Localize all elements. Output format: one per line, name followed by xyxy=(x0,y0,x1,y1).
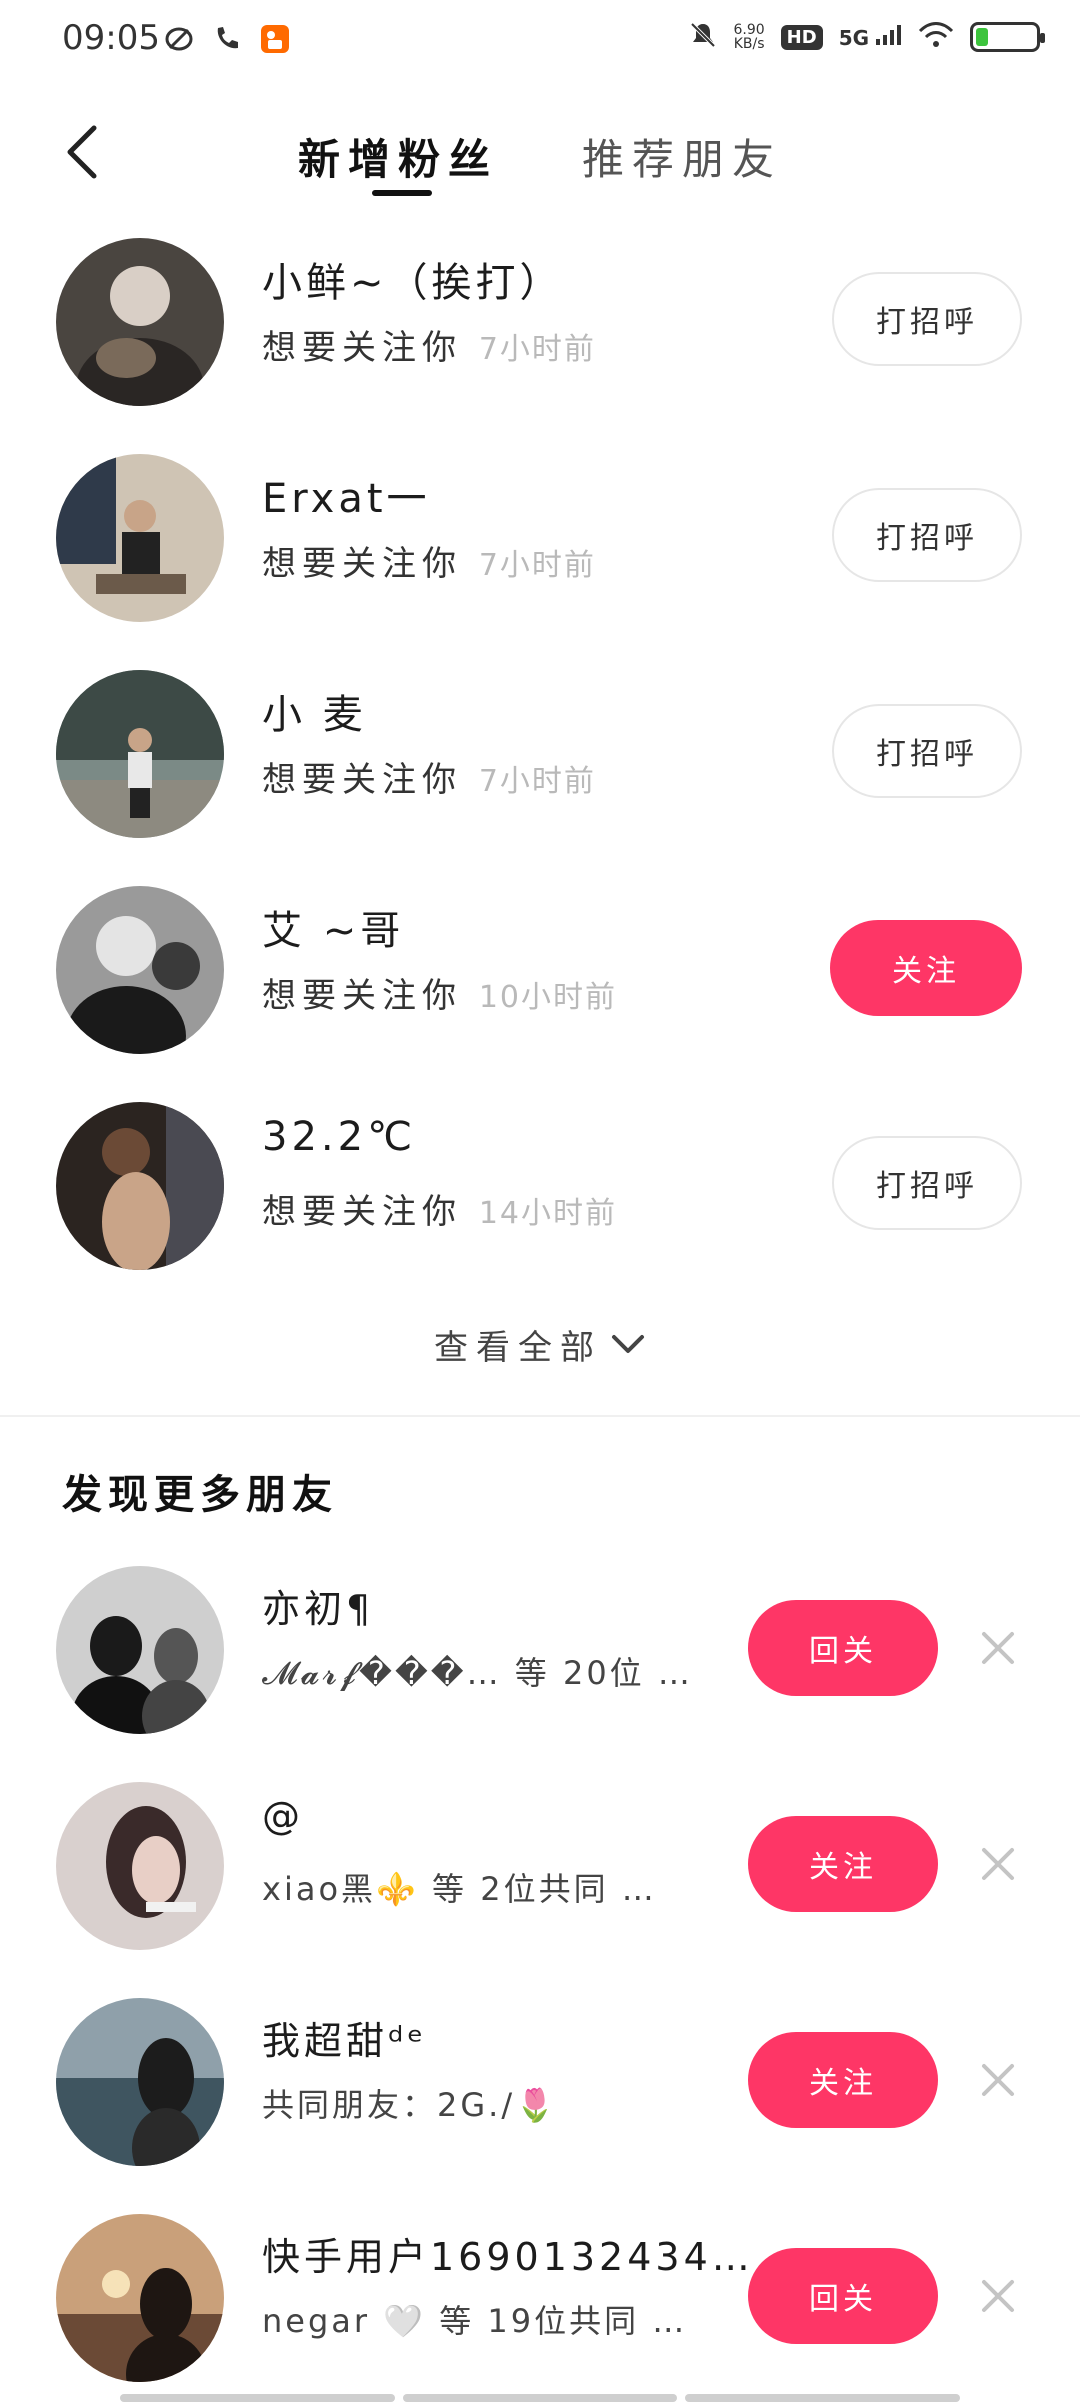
discover-name: 亦初¶ xyxy=(262,1587,375,1631)
close-icon[interactable] xyxy=(976,1842,1020,1886)
bottom-scroll-indicators xyxy=(120,2394,961,2402)
view-all-label: 查看全部 xyxy=(434,1328,602,1368)
status-left-icons xyxy=(162,22,292,56)
follow-back-button[interactable]: 回关 xyxy=(748,2248,938,2344)
discover-row[interactable]: 快手用户1690132434… negar 🤍 等 19位共同 … 回关 xyxy=(0,2196,1080,2396)
chevron-down-icon xyxy=(612,1334,644,1353)
signal-icon xyxy=(876,24,901,45)
discover-row[interactable]: 亦初¶ 𝓜𝓪𝓻𝓯���… 等 20位 … 回关 xyxy=(0,1548,1080,1748)
avatar[interactable] xyxy=(56,2214,224,2382)
follow-button[interactable]: 关注 xyxy=(830,920,1022,1016)
view-all-button[interactable]: 查看全部 xyxy=(0,1320,1080,1369)
call-missed-icon xyxy=(210,22,244,56)
follower-status: 想要关注你 14小时前 xyxy=(262,1192,617,1232)
greet-button[interactable]: 打招呼 xyxy=(832,704,1022,798)
follower-name: 艾 ~哥 xyxy=(262,908,405,954)
follower-status: 想要关注你 10小时前 xyxy=(262,976,617,1016)
greet-button[interactable]: 打招呼 xyxy=(832,1136,1022,1230)
active-tab-indicator xyxy=(372,190,432,196)
status-bar: 09:05 6.90 KB/s HD 5G xyxy=(0,0,1080,84)
close-icon[interactable] xyxy=(976,2058,1020,2102)
battery-icon xyxy=(970,22,1045,52)
follower-status: 想要关注你 7小时前 xyxy=(262,328,596,368)
avatar[interactable] xyxy=(56,454,224,622)
wifi-icon xyxy=(918,21,954,53)
close-icon[interactable] xyxy=(976,1626,1020,1670)
discover-mutual: negar 🤍 等 19位共同 … xyxy=(262,2302,688,2340)
network-type: 5G xyxy=(839,24,902,50)
follower-row[interactable]: 小鲜~（挨打） 想要关注你 7小时前 打招呼 xyxy=(0,220,1080,420)
back-button[interactable] xyxy=(52,122,112,182)
discover-name: @ xyxy=(262,1794,304,1838)
discover-mutual: 共同朋友：2G./🌷 xyxy=(262,2086,558,2124)
discover-title: 发现更多朋友 xyxy=(62,1472,338,1518)
follower-row[interactable]: 小 麦 想要关注你 7小时前 打招呼 xyxy=(0,652,1080,852)
follower-row[interactable]: 32.2℃ 想要关注你 14小时前 打招呼 xyxy=(0,1084,1080,1284)
discover-row[interactable]: 我超甜ᵈᵉ 共同朋友：2G./🌷 关注 xyxy=(0,1980,1080,2180)
follower-row[interactable]: Erxat一 想要关注你 7小时前 打招呼 xyxy=(0,436,1080,636)
leaf-icon xyxy=(162,22,196,56)
discover-row[interactable]: @ xiao黑⚜️ 等 2位共同 … 关注 xyxy=(0,1764,1080,1964)
avatar[interactable] xyxy=(56,670,224,838)
greet-button[interactable]: 打招呼 xyxy=(832,488,1022,582)
close-icon[interactable] xyxy=(976,2274,1020,2318)
kuaishou-app-icon xyxy=(258,22,292,56)
avatar[interactable] xyxy=(56,1102,224,1270)
avatar[interactable] xyxy=(56,1998,224,2166)
mute-icon xyxy=(688,20,718,54)
follow-back-button[interactable]: 回关 xyxy=(748,1600,938,1696)
top-header: 新增粉丝 推荐朋友 xyxy=(0,110,1080,200)
status-time: 09:05 xyxy=(62,18,160,58)
status-right-icons: 6.90 KB/s HD 5G xyxy=(688,20,1045,54)
tab-new-fans[interactable]: 新增粉丝 xyxy=(298,126,498,187)
follower-row[interactable]: 艾 ~哥 想要关注你 10小时前 关注 xyxy=(0,868,1080,1068)
follow-button[interactable]: 关注 xyxy=(748,1816,938,1912)
avatar[interactable] xyxy=(56,1566,224,1734)
follower-status: 想要关注你 7小时前 xyxy=(262,760,596,800)
discover-mutual: 𝓜𝓪𝓻𝓯���… 等 20位 … xyxy=(262,1654,693,1692)
greet-button[interactable]: 打招呼 xyxy=(832,272,1022,366)
follower-status: 想要关注你 7小时前 xyxy=(262,544,596,584)
follower-name: 32.2℃ xyxy=(262,1114,416,1160)
follower-name: 小 麦 xyxy=(262,692,367,738)
follower-name: 小鲜~（挨打） xyxy=(262,260,564,306)
discover-name: 我超甜ᵈᵉ xyxy=(262,2019,428,2063)
avatar[interactable] xyxy=(56,238,224,406)
net-speed: 6.90 KB/s xyxy=(733,22,765,52)
follow-button[interactable]: 关注 xyxy=(748,2032,938,2128)
avatar[interactable] xyxy=(56,1782,224,1950)
discover-name: 快手用户1690132434… xyxy=(262,2235,754,2279)
section-divider xyxy=(0,1415,1080,1417)
follower-name: Erxat一 xyxy=(262,476,431,522)
chevron-left-icon xyxy=(67,125,97,179)
hd-badge: HD xyxy=(780,24,823,50)
discover-mutual: xiao黑⚜️ 等 2位共同 … xyxy=(262,1870,657,1908)
tab-recommend-friends[interactable]: 推荐朋友 xyxy=(582,126,782,187)
avatar[interactable] xyxy=(56,886,224,1054)
